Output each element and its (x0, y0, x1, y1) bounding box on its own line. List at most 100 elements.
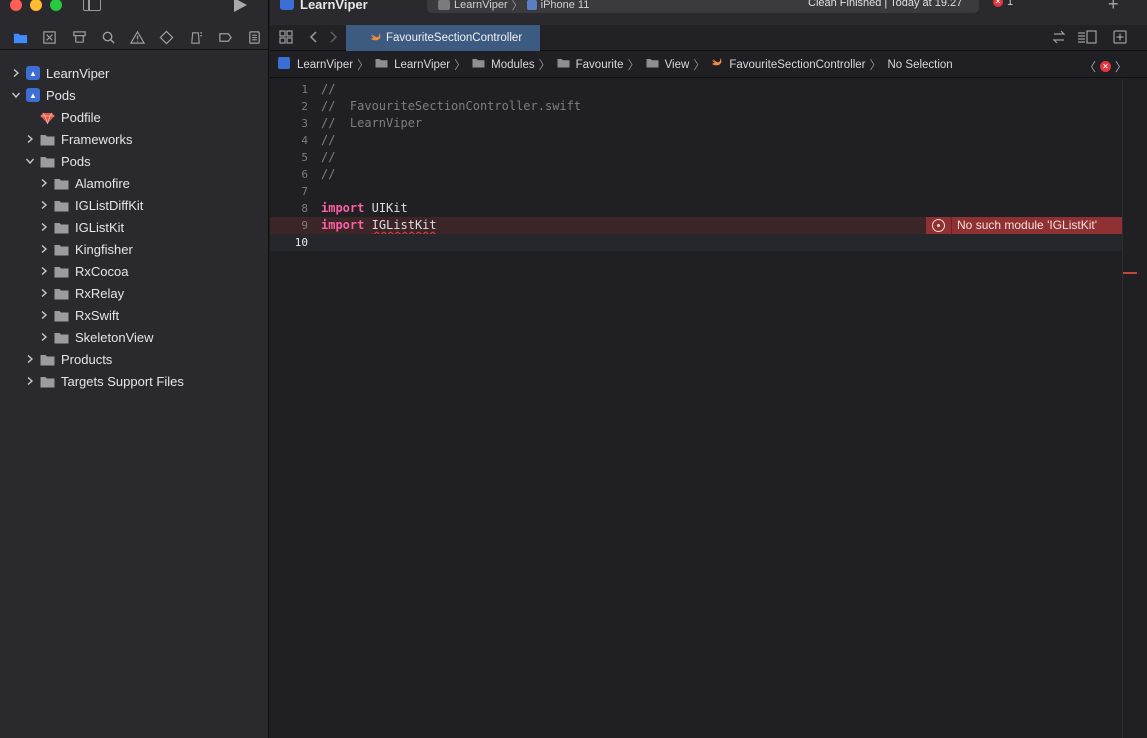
report-icon[interactable] (240, 28, 269, 48)
warning-icon[interactable] (123, 28, 152, 48)
code-text: // (321, 167, 336, 181)
symbol-icon[interactable] (64, 28, 93, 48)
line-number: 6 (301, 168, 308, 181)
breadcrumb-item[interactable]: View 〉 (646, 56, 712, 73)
navigator-item[interactable]: Targets Support Files (0, 370, 269, 392)
add-editor-icon[interactable] (1112, 29, 1128, 45)
code-line[interactable]: 1 // (270, 81, 1122, 98)
search-icon[interactable] (94, 28, 123, 48)
debug-icon[interactable] (181, 28, 210, 48)
breadcrumb-label: Modules (491, 58, 535, 71)
swift-file-icon (711, 58, 729, 71)
keyword-token: import (321, 218, 365, 232)
swift-file-icon (371, 33, 381, 41)
navigator-item[interactable]: Alamofire (0, 172, 269, 194)
chevron-right-icon[interactable] (38, 177, 50, 189)
project-title: LearnViper (300, 0, 368, 12)
navigator-item-label: Kingfisher (75, 241, 133, 257)
code-line[interactable]: 4 // (270, 132, 1122, 149)
folder-icon (375, 58, 394, 71)
chevron-right-icon[interactable] (38, 287, 50, 299)
scheme-selector[interactable]: LearnViper 〉 iPhone 11 (438, 0, 589, 13)
test-icon[interactable] (152, 28, 181, 48)
zoom-button[interactable] (50, 0, 62, 11)
chevron-right-icon[interactable] (38, 243, 50, 255)
navigator-item-label: Alamofire (75, 175, 130, 191)
breakpoint-icon[interactable] (211, 28, 240, 48)
add-icon[interactable]: + (1108, 0, 1119, 15)
chevron-right-icon[interactable] (38, 221, 50, 233)
breadcrumb-item[interactable]: LearnViper 〉 (278, 56, 375, 73)
navigator-item-label: Pods (61, 153, 91, 169)
breadcrumb-item[interactable]: Modules 〉 (472, 56, 556, 73)
tab-favourite-section-controller[interactable]: FavouriteSectionController (346, 25, 540, 51)
error-annotation[interactable]: No such module 'IGListKit' (926, 217, 1122, 234)
navigator-item[interactable]: RxCocoa (0, 260, 269, 282)
ruby-file-icon (40, 112, 55, 124)
code-line[interactable]: 10 (270, 234, 1122, 251)
error-count: 1 (1007, 0, 1014, 8)
navigator-item[interactable]: RxRelay (0, 282, 269, 304)
chevron-right-icon[interactable] (24, 353, 36, 365)
navigator-item[interactable]: Pods (0, 150, 269, 172)
forward-icon[interactable] (325, 29, 341, 45)
chevron-down-icon[interactable] (10, 89, 22, 101)
code-line[interactable]: 2 // FavouriteSectionController.swift (270, 98, 1122, 115)
folder-icon (40, 134, 55, 145)
navigator-item-label: LearnViper (46, 65, 110, 81)
folder-icon (472, 58, 491, 71)
navigator-item[interactable]: IGListKit (0, 216, 269, 238)
navigator-item[interactable]: ▲ LearnViper (0, 62, 269, 84)
chevron-right-icon[interactable] (24, 375, 36, 387)
error-badge[interactable]: ✕ 1 (993, 0, 1013, 8)
breadcrumb-item[interactable]: LearnViper 〉 (375, 56, 472, 73)
navigator-item-label: SkeletonView (75, 329, 154, 345)
editor-options-icon[interactable] (1076, 29, 1098, 45)
source-control-icon[interactable] (35, 28, 64, 48)
navigator-item[interactable]: Products (0, 348, 269, 370)
navigator-item[interactable]: Kingfisher (0, 238, 269, 260)
line-number: 2 (301, 100, 308, 113)
tab-bar: FavouriteSectionController (270, 25, 1147, 51)
close-button[interactable] (10, 0, 22, 11)
code-line[interactable]: 7 (270, 183, 1122, 200)
breadcrumb-item[interactable]: Favourite 〉 (557, 56, 646, 73)
code-line[interactable]: 6 // (270, 166, 1122, 183)
project-icon (278, 57, 297, 72)
run-button[interactable] (234, 0, 247, 12)
breadcrumb-item[interactable]: No Selection (888, 59, 953, 71)
chevron-right-icon[interactable] (24, 133, 36, 145)
folder-icon (54, 266, 69, 277)
chevron-down-icon[interactable] (24, 155, 36, 167)
grid-icon[interactable] (278, 29, 294, 45)
folder-icon[interactable] (6, 28, 35, 48)
next-issue-icon[interactable]: 〉 (1115, 58, 1127, 75)
navigator-item[interactable]: IGListDiffKit (0, 194, 269, 216)
device-label[interactable]: iPhone 11 (541, 0, 590, 11)
code-line[interactable]: 9 import IGListKit No such module 'IGListK… (270, 217, 1122, 234)
chevron-right-icon[interactable] (10, 67, 22, 79)
error-icon[interactable]: ✕ (1099, 61, 1111, 72)
navigator-item[interactable]: ▲ Pods (0, 84, 269, 106)
code-line[interactable]: 3 // LearnViper (270, 115, 1122, 132)
swap-icon[interactable] (1051, 29, 1067, 45)
chevron-right-icon[interactable] (38, 331, 50, 343)
breadcrumb-item[interactable]: FavouriteSectionController 〉 (711, 56, 887, 73)
chevron-right-icon[interactable] (38, 309, 50, 321)
navigator-item[interactable]: Frameworks (0, 128, 269, 150)
chevron-right-icon[interactable] (38, 199, 50, 211)
sidebar-toggle-icon[interactable] (83, 0, 101, 11)
editor-scroll-gutter[interactable] (1122, 79, 1147, 738)
code-line[interactable]: 8 import UIKit (270, 200, 1122, 217)
chevron-right-icon[interactable] (38, 265, 50, 277)
navigator-item[interactable]: RxSwift (0, 304, 269, 326)
navigator-item[interactable]: Podfile (0, 106, 269, 128)
minimize-button[interactable] (30, 0, 42, 11)
previous-issue-icon[interactable]: 〈 (1084, 58, 1096, 75)
navigator-item[interactable]: SkeletonView (0, 326, 269, 348)
source-editor[interactable]: 1 // 2 // FavouriteSectionController.swift 3… (270, 79, 1122, 738)
back-icon[interactable] (306, 29, 322, 45)
code-line[interactable]: 5 // (270, 149, 1122, 166)
breadcrumb-label: View (664, 58, 690, 71)
